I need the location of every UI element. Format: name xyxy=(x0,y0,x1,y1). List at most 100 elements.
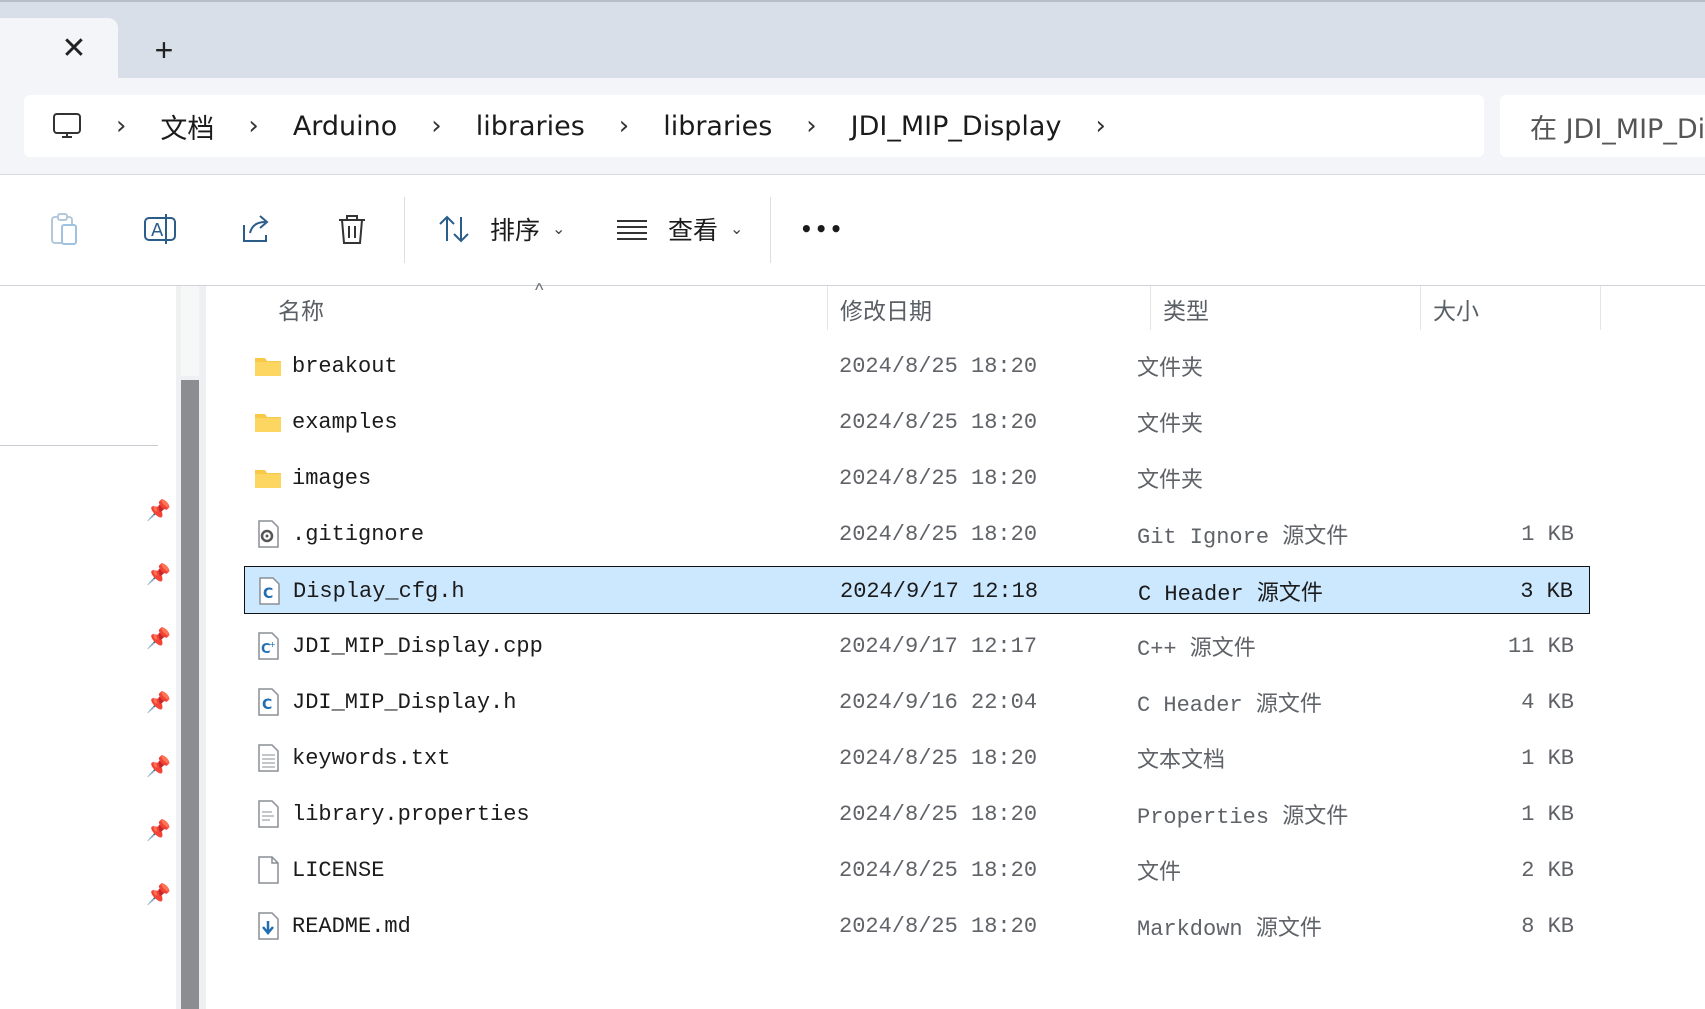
settings-file-icon xyxy=(258,520,279,548)
view-button[interactable]: 查看 ⌄ xyxy=(614,203,743,255)
pin-icon[interactable]: 📌 xyxy=(146,626,171,650)
file-type: Markdown 源文件 xyxy=(1137,917,1322,942)
file-date: 2024/8/25 18:20 xyxy=(839,913,1038,939)
chevron-right-icon[interactable]: › xyxy=(431,111,441,141)
breadcrumb-arduino[interactable]: Arduino xyxy=(293,111,397,142)
file-date: 2024/9/17 12:17 xyxy=(839,633,1038,659)
file-row[interactable]: breakout 2024/8/25 18:20 文件夹 xyxy=(244,342,1590,390)
properties-file-icon xyxy=(258,800,279,828)
more-options-button[interactable]: ••• xyxy=(800,203,844,255)
folder-icon xyxy=(255,414,281,432)
column-header-size[interactable]: 大小 xyxy=(1433,286,1479,332)
file-date: 2024/8/25 18:20 xyxy=(839,801,1038,827)
breadcrumb-documents[interactable]: 文档 xyxy=(160,107,214,146)
file-type: 文件 xyxy=(1137,861,1182,886)
file-type: C Header 源文件 xyxy=(1137,693,1322,718)
file-row[interactable]: examples 2024/8/25 18:20 文件夹 xyxy=(244,398,1590,446)
file-row[interactable]: library.properties 2024/8/25 18:20 Prope… xyxy=(244,790,1590,838)
blank-file-icon xyxy=(258,856,279,884)
file-size: 3 KB xyxy=(1520,578,1573,604)
computer-icon[interactable] xyxy=(52,111,82,141)
file-date: 2024/8/25 18:20 xyxy=(839,521,1038,547)
navigation-pane: 📌 📌 📌 📌 📌 📌 📌 xyxy=(0,286,176,1009)
svg-text:C: C xyxy=(263,586,273,602)
column-header-type[interactable]: 类型 xyxy=(1163,286,1209,332)
sort-button[interactable]: 排序 ⌄ xyxy=(436,203,565,255)
breadcrumb-libraries-2[interactable]: libraries xyxy=(663,111,772,142)
file-name: README.md xyxy=(292,913,411,939)
pin-icon[interactable]: 📌 xyxy=(146,498,171,522)
file-date: 2024/9/16 22:04 xyxy=(839,689,1038,715)
column-divider[interactable] xyxy=(1420,286,1421,330)
file-size: 1 KB xyxy=(1521,745,1574,771)
chevron-right-icon[interactable]: › xyxy=(619,111,629,141)
view-list-icon xyxy=(617,220,647,240)
file-size: 1 KB xyxy=(1521,521,1574,547)
file-name: JDI_MIP_Display.cpp xyxy=(292,633,543,659)
pin-icon[interactable]: 📌 xyxy=(146,818,171,842)
column-divider[interactable] xyxy=(1600,286,1601,330)
file-date: 2024/8/25 18:20 xyxy=(839,465,1038,491)
breadcrumb-current-folder[interactable]: JDI_MIP_Display xyxy=(851,111,1062,142)
file-name: LICENSE xyxy=(292,857,385,883)
file-date: 2024/8/25 18:20 xyxy=(839,353,1038,379)
chevron-right-icon[interactable]: › xyxy=(248,111,258,141)
file-name: Display_cfg.h xyxy=(293,578,465,604)
pin-icon[interactable]: 📌 xyxy=(146,882,171,906)
file-name: .gitignore xyxy=(292,521,425,547)
title-bar: ✕ + xyxy=(0,0,1705,90)
file-type: 文件夹 xyxy=(1137,413,1204,438)
pin-icon[interactable]: 📌 xyxy=(146,754,171,778)
folder-icon xyxy=(255,358,281,376)
file-name: breakout xyxy=(292,353,398,379)
file-size: 1 KB xyxy=(1521,801,1574,827)
paste-button[interactable] xyxy=(46,203,82,255)
delete-button[interactable] xyxy=(334,203,370,255)
chevron-right-icon[interactable]: › xyxy=(1095,111,1105,141)
file-type: Git Ignore 源文件 xyxy=(1137,525,1349,550)
file-row[interactable]: C JDI_MIP_Display.h 2024/9/16 22:04 C He… xyxy=(244,678,1590,726)
chevron-down-icon: ⌄ xyxy=(552,221,566,238)
toolbar-divider xyxy=(404,197,405,263)
file-type: Properties 源文件 xyxy=(1137,805,1349,830)
pin-icon[interactable]: 📌 xyxy=(146,562,171,586)
pin-icon[interactable]: 📌 xyxy=(146,690,171,714)
file-row[interactable]: .gitignore 2024/8/25 18:20 Git Ignore 源文… xyxy=(244,510,1590,558)
column-header-date[interactable]: 修改日期 xyxy=(840,286,932,332)
sort-ascending-icon: ^ xyxy=(535,280,544,300)
file-row[interactable]: LICENSE 2024/8/25 18:20 文件 2 KB xyxy=(244,846,1590,894)
file-row-selected[interactable]: C Display_cfg.h 2024/9/17 12:18 C Header… xyxy=(244,566,1590,614)
file-type: 文本文档 xyxy=(1137,749,1226,774)
file-name: images xyxy=(292,465,372,491)
column-header-name[interactable]: 名称 xyxy=(278,286,324,332)
plus-icon[interactable]: + xyxy=(148,32,180,68)
rename-button[interactable]: A xyxy=(142,203,178,255)
file-row[interactable]: images 2024/8/25 18:20 文件夹 xyxy=(244,454,1590,502)
breadcrumb-libraries[interactable]: libraries xyxy=(476,111,585,142)
paste-icon xyxy=(51,213,77,245)
file-row[interactable]: keywords.txt 2024/8/25 18:20 文本文档 1 KB xyxy=(244,734,1590,782)
chevron-right-icon[interactable]: › xyxy=(116,111,126,141)
c-header-file-icon: C xyxy=(259,577,280,605)
address-row: › 文档 › Arduino › libraries › libraries ›… xyxy=(0,78,1705,175)
file-date: 2024/8/25 18:20 xyxy=(839,409,1038,435)
file-type: 文件夹 xyxy=(1137,469,1204,494)
chevron-down-icon: ⌄ xyxy=(730,221,744,238)
file-row[interactable]: README.md 2024/8/25 18:20 Markdown 源文件 8… xyxy=(244,902,1590,950)
chevron-right-icon[interactable]: › xyxy=(806,111,816,141)
trash-icon xyxy=(339,215,365,244)
column-divider[interactable] xyxy=(1150,286,1151,330)
nav-scrollbar-thumb[interactable] xyxy=(181,380,199,1009)
close-icon[interactable]: ✕ xyxy=(58,32,90,65)
column-divider[interactable] xyxy=(827,286,828,330)
markdown-file-icon xyxy=(258,912,279,940)
file-size: 4 KB xyxy=(1521,689,1574,715)
file-row[interactable]: C + JDI_MIP_Display.cpp 2024/9/17 12:17 C… xyxy=(244,622,1590,670)
search-box[interactable]: 在 JDI_MIP_Dis xyxy=(1500,95,1705,157)
cpp-file-icon: C+ xyxy=(258,632,279,660)
sort-icon xyxy=(439,215,469,243)
search-input[interactable]: 在 JDI_MIP_Dis xyxy=(1500,107,1705,146)
share-button[interactable] xyxy=(238,203,274,255)
rename-icon: A xyxy=(144,214,176,244)
address-bar[interactable]: › 文档 › Arduino › libraries › libraries ›… xyxy=(24,95,1484,157)
